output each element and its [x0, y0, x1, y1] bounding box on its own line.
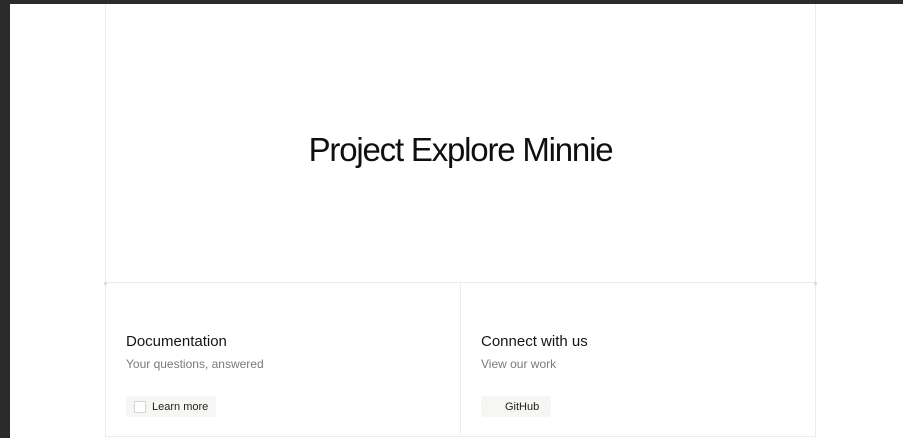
main-container: Project Explore Minnie Documentation You… — [105, 4, 816, 436]
card-title: Documentation — [126, 333, 227, 350]
page-content: Project Explore Minnie Documentation You… — [10, 4, 903, 438]
hero-title: Project Explore Minnie — [308, 131, 614, 168]
hero-section: Project Explore Minnie — [106, 4, 815, 283]
connect-card: Connect with us View our work GitHub — [461, 283, 815, 435]
button-label: GitHub — [505, 400, 540, 413]
learn-more-button[interactable]: Learn more — [126, 396, 217, 417]
card-subtitle: View our work — [481, 357, 557, 371]
corner-dot — [104, 282, 107, 285]
documentation-card: Documentation Your questions, answered L… — [106, 283, 461, 435]
corner-dot — [814, 282, 817, 285]
bottom-divider — [105, 436, 816, 437]
github-button[interactable]: GitHub — [481, 396, 552, 417]
card-title: Connect with us — [481, 333, 588, 350]
document-icon — [134, 400, 146, 413]
card-subtitle: Your questions, answered — [126, 357, 264, 371]
button-label: Learn more — [152, 400, 209, 413]
